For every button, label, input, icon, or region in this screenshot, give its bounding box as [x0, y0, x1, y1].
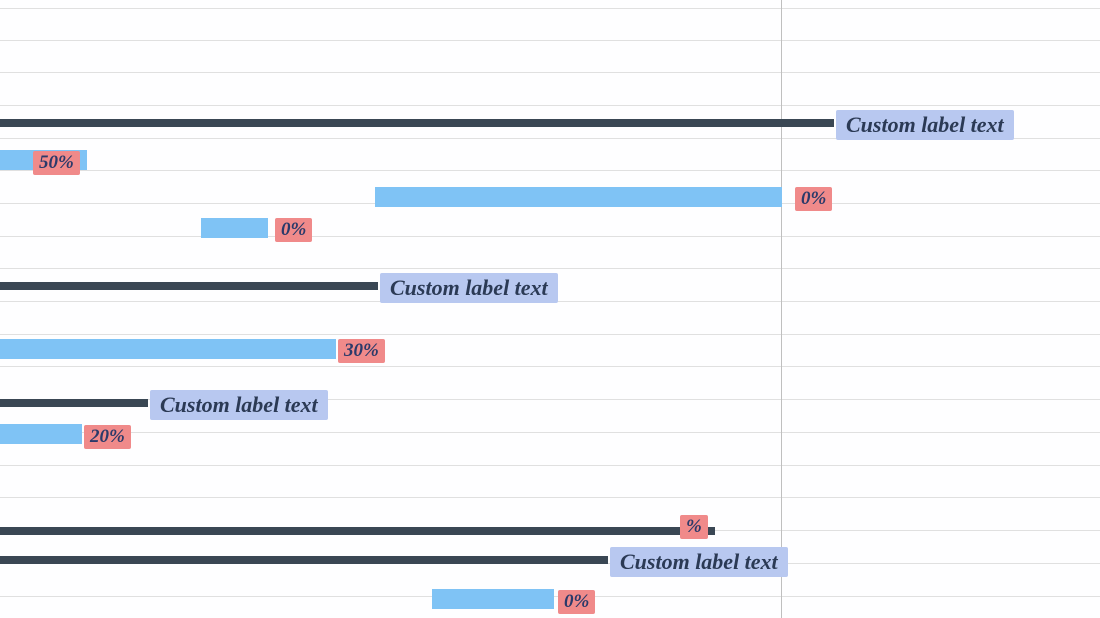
gridline [0, 105, 1100, 106]
percent-label: 0% [275, 218, 312, 242]
today-marker [781, 0, 782, 618]
percent-label: 20% [84, 425, 131, 449]
gridline [0, 170, 1100, 171]
gridline [0, 432, 1100, 433]
summary-bar[interactable] [0, 282, 378, 290]
custom-label: Custom label text [150, 390, 328, 420]
percent-label: 0% [558, 590, 595, 614]
summary-bar[interactable] [0, 527, 715, 535]
summary-bar[interactable] [0, 399, 148, 407]
gridline [0, 72, 1100, 73]
custom-label: Custom label text [380, 273, 558, 303]
gridline [0, 497, 1100, 498]
gridline [0, 8, 1100, 9]
percent-label: 0% [795, 187, 832, 211]
gridline [0, 268, 1100, 269]
gridline [0, 465, 1100, 466]
summary-bar[interactable] [0, 556, 608, 564]
gridline [0, 40, 1100, 41]
task-bar[interactable] [201, 218, 268, 238]
task-bar[interactable] [375, 187, 782, 207]
gridline [0, 334, 1100, 335]
custom-label: Custom label text [836, 110, 1014, 140]
percent-label: 30% [338, 339, 385, 363]
percent-label: % [680, 515, 708, 539]
percent-label: 50% [33, 151, 80, 175]
task-bar[interactable] [0, 339, 336, 359]
custom-label: Custom label text [610, 547, 788, 577]
summary-bar[interactable] [0, 119, 834, 127]
gridline [0, 366, 1100, 367]
gantt-chart-area: Custom label text 50% 0% 0% Custom label tex… [0, 0, 1100, 618]
task-bar[interactable] [0, 424, 82, 444]
gridline [0, 236, 1100, 237]
task-bar[interactable] [432, 589, 554, 609]
